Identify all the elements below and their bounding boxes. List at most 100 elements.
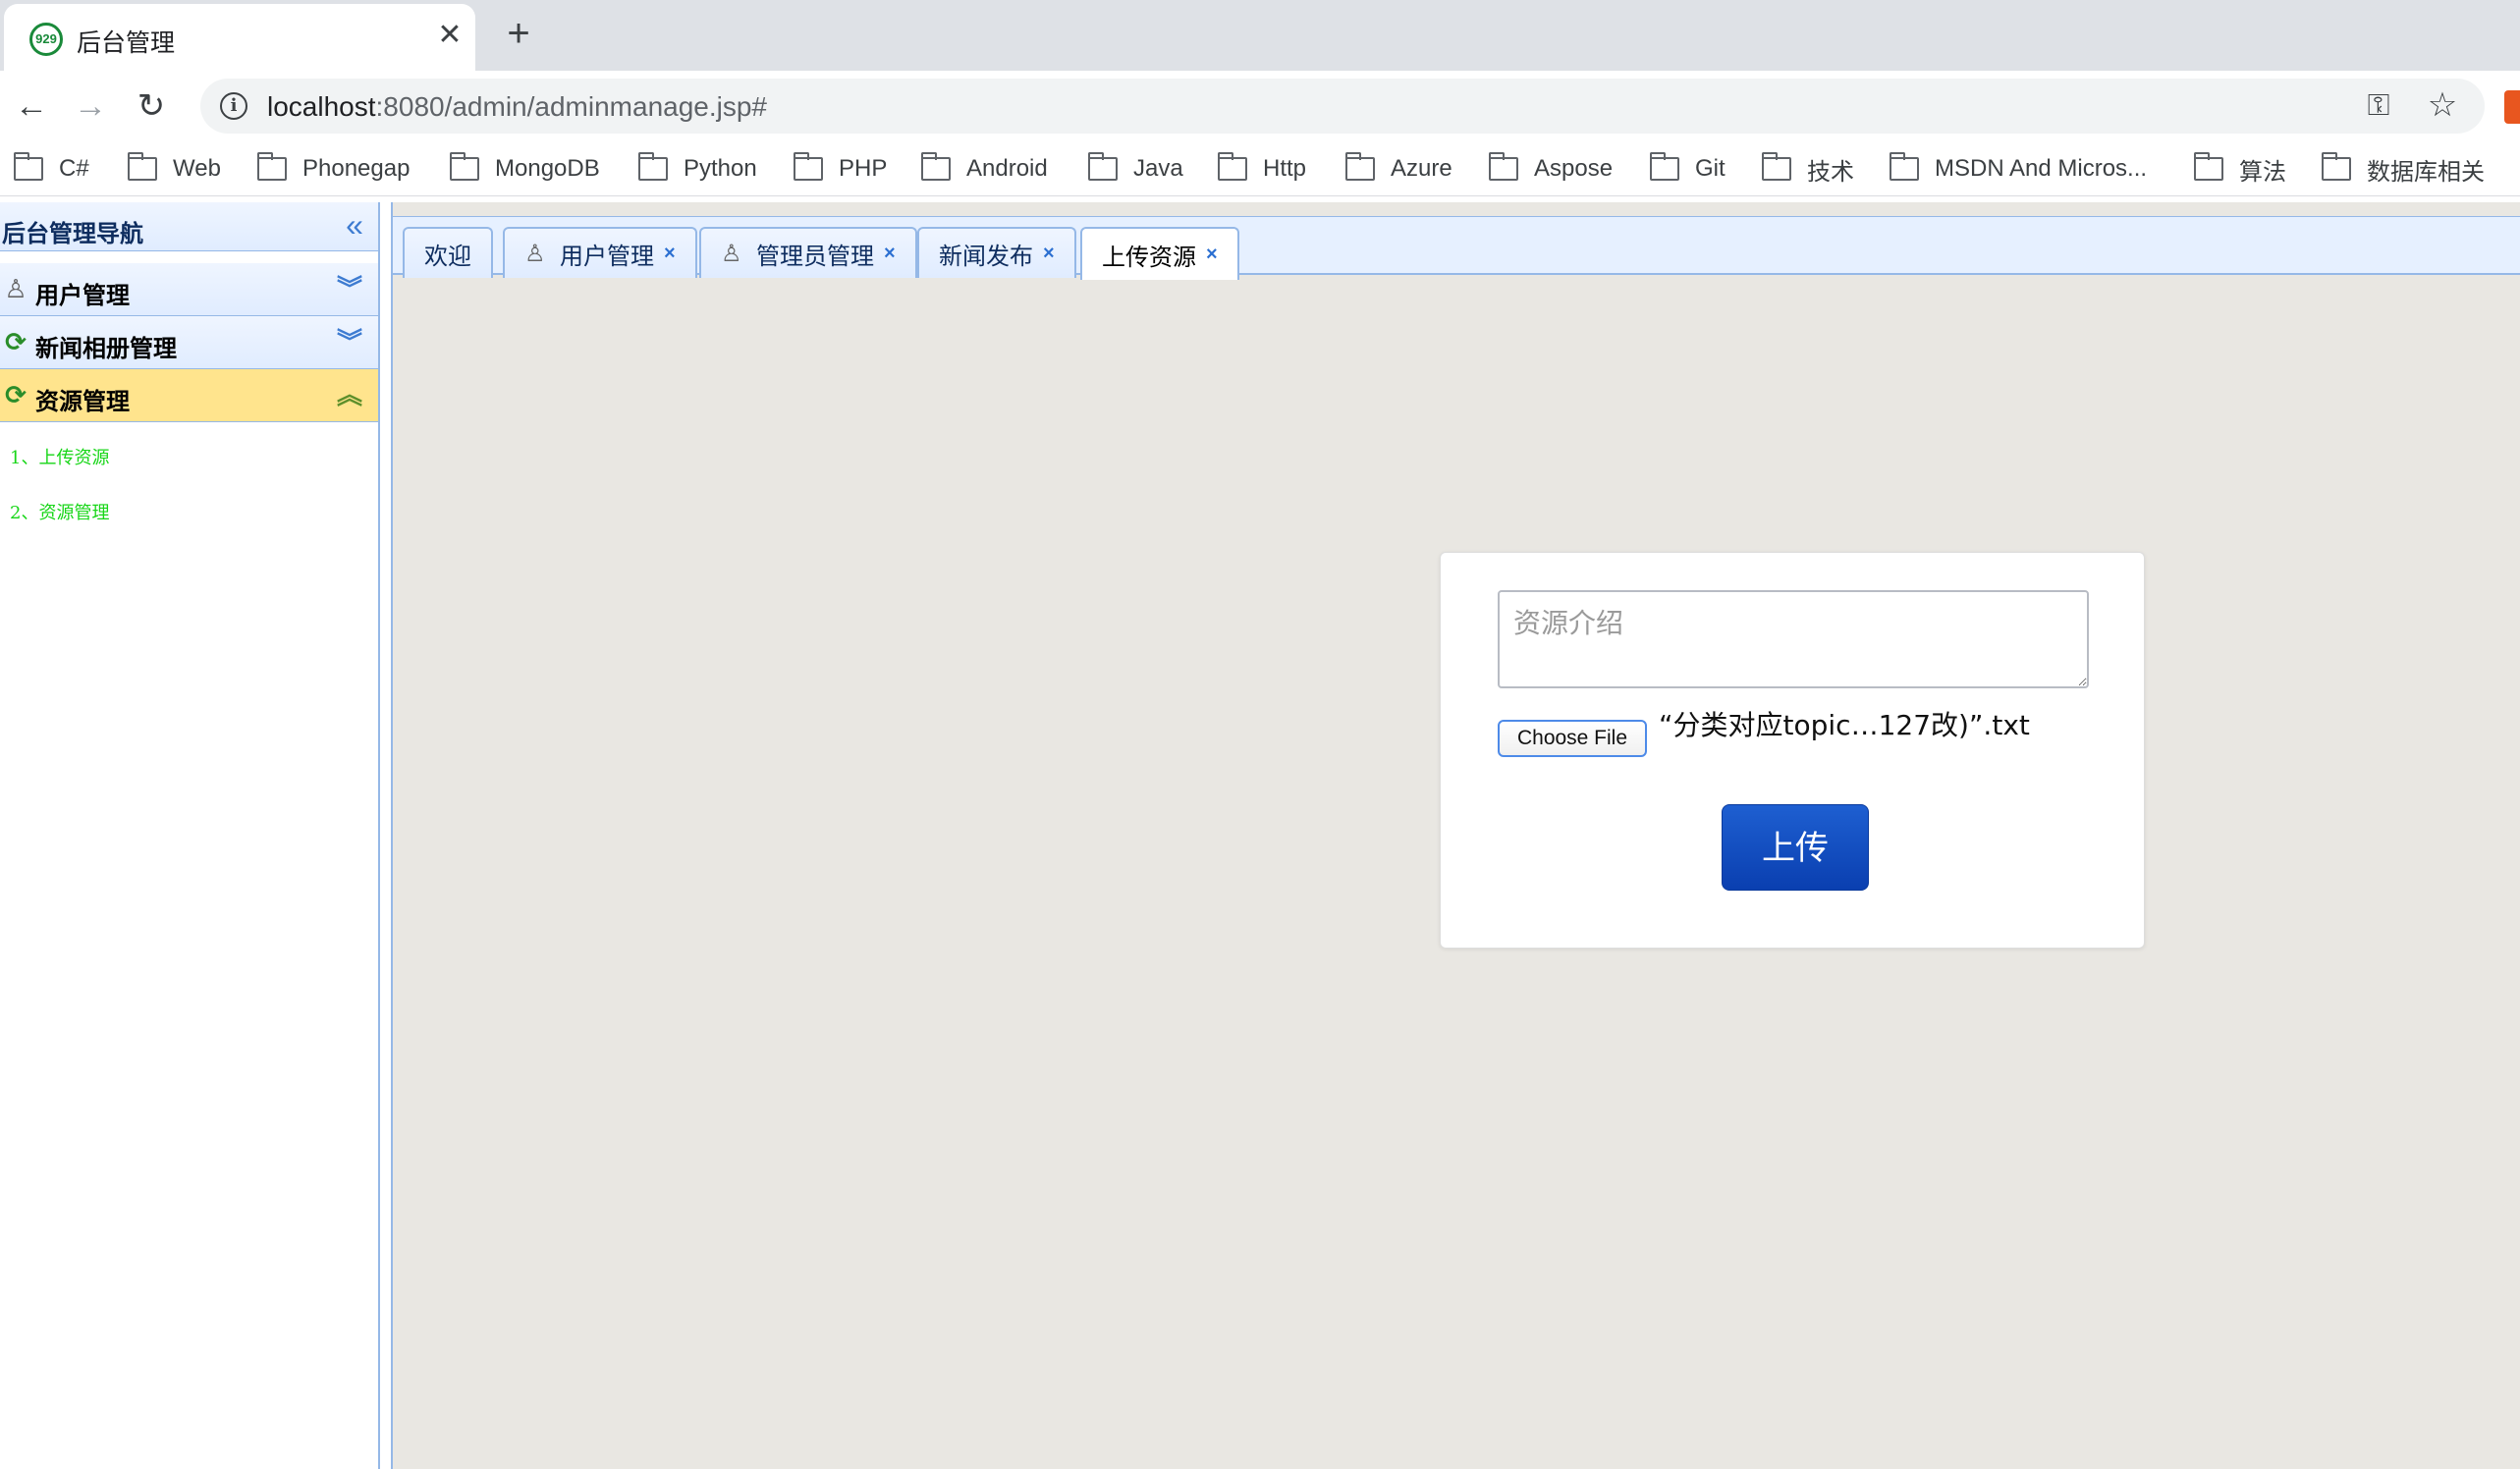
browser-tab-title: 后台管理 [77, 29, 176, 57]
bookmark-label: Aspose [1534, 155, 1614, 182]
panel-label: 资源管理 [35, 387, 130, 415]
folder-icon [1649, 152, 1679, 181]
tab-label: 新闻发布 [939, 242, 1033, 270]
bookmark-folder[interactable]: Java [1087, 152, 1183, 185]
bookmark-label: Azure [1391, 155, 1452, 182]
browser-tab[interactable]: 929 后台管理 ✕ [4, 4, 475, 71]
bookmark-folder[interactable]: Http [1217, 152, 1306, 185]
close-tab-icon[interactable]: ✕ [432, 18, 467, 53]
expand-down-icon[interactable]: ︾ [334, 273, 365, 304]
folder-icon [127, 152, 157, 181]
bookmark-label: PHP [839, 155, 888, 182]
bookmark-label: Web [173, 155, 221, 182]
tab-upload-resource[interactable]: 上传资源 × [1080, 227, 1239, 280]
bookmark-star-icon[interactable]: ☆ [2424, 86, 2461, 124]
browser-tab-strip: 929 后台管理 ✕ + [0, 0, 2520, 71]
expand-down-icon[interactable]: ︾ [334, 326, 365, 357]
bookmark-folder[interactable]: Phonegap [256, 152, 411, 185]
site-info-icon[interactable]: i [220, 92, 247, 120]
close-tab-icon[interactable]: × [884, 243, 896, 265]
browser-toolbar: ← → ↻ i localhost:8080/admin/adminmanage… [0, 71, 2520, 141]
folder-icon [1217, 152, 1247, 181]
collapse-left-icon[interactable]: « [338, 208, 371, 244]
bookmark-label: MSDN And Micros... [1935, 155, 2148, 182]
address-bar[interactable]: i localhost:8080/admin/adminmanage.jsp# … [200, 79, 2485, 134]
extension-icon[interactable] [2504, 90, 2520, 124]
nav-title: 后台管理导航 [2, 219, 143, 247]
close-tab-icon[interactable]: × [1206, 244, 1218, 266]
bookmark-label: MongoDB [495, 155, 600, 182]
tab-admin-management[interactable]: ♙ 管理员管理 × [699, 227, 917, 278]
folder-icon [449, 152, 479, 181]
refresh-icon: ⟳ [5, 380, 27, 409]
folder-icon [1488, 152, 1518, 181]
bookmark-folder[interactable]: MSDN And Micros... [1889, 152, 2148, 185]
bookmark-folder[interactable]: Python [637, 152, 757, 185]
folder-icon [1344, 152, 1375, 181]
collapse-up-icon[interactable]: ︽ [334, 379, 365, 410]
sub-item-upload-resource[interactable]: 1、上传资源 [10, 444, 109, 469]
tab-label: 用户管理 [560, 242, 654, 270]
admin-navigation: 后台管理导航 « ♙ 用户管理 ︾ ⟳ 新闻相册管理 ︾ ⟳ 资源管理 ︽ 1、… [0, 202, 380, 1469]
bookmark-folder[interactable]: PHP [793, 152, 888, 185]
bookmarks-bar: C# Web Phonegap MongoDB Python PHP Andro… [0, 141, 2520, 196]
bookmark-folder[interactable]: 算法 [2193, 152, 2286, 186]
panel-label: 用户管理 [35, 281, 130, 309]
folder-icon [920, 152, 951, 181]
bookmark-label: C# [59, 155, 89, 182]
selected-file-name: “分类对应topic…127改)”.txt [1659, 709, 2030, 741]
panel-resource-management[interactable]: ⟳ 资源管理 ︽ [0, 369, 378, 422]
bookmark-label: Python [684, 155, 757, 182]
url-path: :8080/admin/adminmanage.jsp# [375, 91, 767, 122]
tab-news-publish[interactable]: 新闻发布 × [917, 227, 1076, 278]
bookmark-label: 算法 [2239, 158, 2286, 186]
new-tab-icon[interactable]: + [499, 14, 538, 53]
refresh-icon: ⟳ [5, 327, 27, 356]
reload-icon[interactable]: ↻ [130, 84, 173, 128]
folder-icon [793, 152, 823, 181]
bookmark-label: 数据库相关 [2367, 158, 2485, 186]
bookmark-folder[interactable]: Azure [1344, 152, 1452, 185]
tab-welcome[interactable]: 欢迎 [403, 227, 493, 278]
upload-submit-button[interactable]: 上传 [1722, 804, 1869, 891]
bookmark-folder[interactable]: Aspose [1488, 152, 1614, 185]
panel-user-management[interactable]: ♙ 用户管理 ︾ [0, 263, 378, 316]
user-icon: ♙ [721, 240, 742, 267]
folder-icon [1087, 152, 1118, 181]
user-icon: ♙ [524, 240, 546, 267]
user-icon: ♙ [4, 274, 27, 303]
bookmark-label: Phonegap [302, 155, 411, 182]
tab-label: 上传资源 [1102, 243, 1196, 271]
bookmark-folder[interactable]: 数据库相关 [2321, 152, 2485, 186]
resource-description-input[interactable] [1498, 590, 2089, 688]
bookmark-label: 技术 [1807, 158, 1854, 186]
close-tab-icon[interactable]: × [664, 243, 676, 265]
tab-user-management[interactable]: ♙ 用户管理 × [503, 227, 697, 278]
bookmark-label: Git [1695, 155, 1726, 182]
bookmark-folder[interactable]: C# [13, 152, 89, 185]
folder-icon [2321, 152, 2351, 181]
folder-icon [13, 152, 43, 181]
content-tabs: 欢迎 ♙ 用户管理 × ♙ 管理员管理 × 新闻发布 × 上传资源 × [393, 216, 2520, 280]
site-favicon-icon: 929 [29, 23, 63, 56]
bookmark-folder[interactable]: Android [920, 152, 1048, 185]
url-host: localhost [267, 91, 376, 122]
back-arrow-icon[interactable]: ← [10, 84, 53, 128]
tab-label: 管理员管理 [756, 242, 874, 270]
url-text[interactable]: localhost:8080/admin/adminmanage.jsp# [267, 91, 767, 123]
folder-icon [637, 152, 668, 181]
sub-item-resource-management[interactable]: 2、资源管理 [10, 499, 109, 524]
tab-label: 欢迎 [424, 242, 471, 270]
close-tab-icon[interactable]: × [1043, 243, 1055, 265]
bookmark-folder[interactable]: Web [127, 152, 221, 185]
bookmark-folder[interactable]: MongoDB [449, 152, 600, 185]
panel-news-album-management[interactable]: ⟳ 新闻相册管理 ︾ [0, 316, 378, 369]
choose-file-button[interactable]: Choose File [1498, 720, 1647, 757]
folder-icon [256, 152, 287, 181]
bookmark-folder[interactable]: Git [1649, 152, 1726, 185]
folder-icon [2193, 152, 2223, 181]
panel-label: 新闻相册管理 [35, 334, 177, 362]
bookmark-folder[interactable]: 技术 [1761, 152, 1854, 186]
password-key-icon[interactable]: ⚿ [2361, 88, 2396, 124]
forward-arrow-icon[interactable]: → [69, 84, 112, 128]
